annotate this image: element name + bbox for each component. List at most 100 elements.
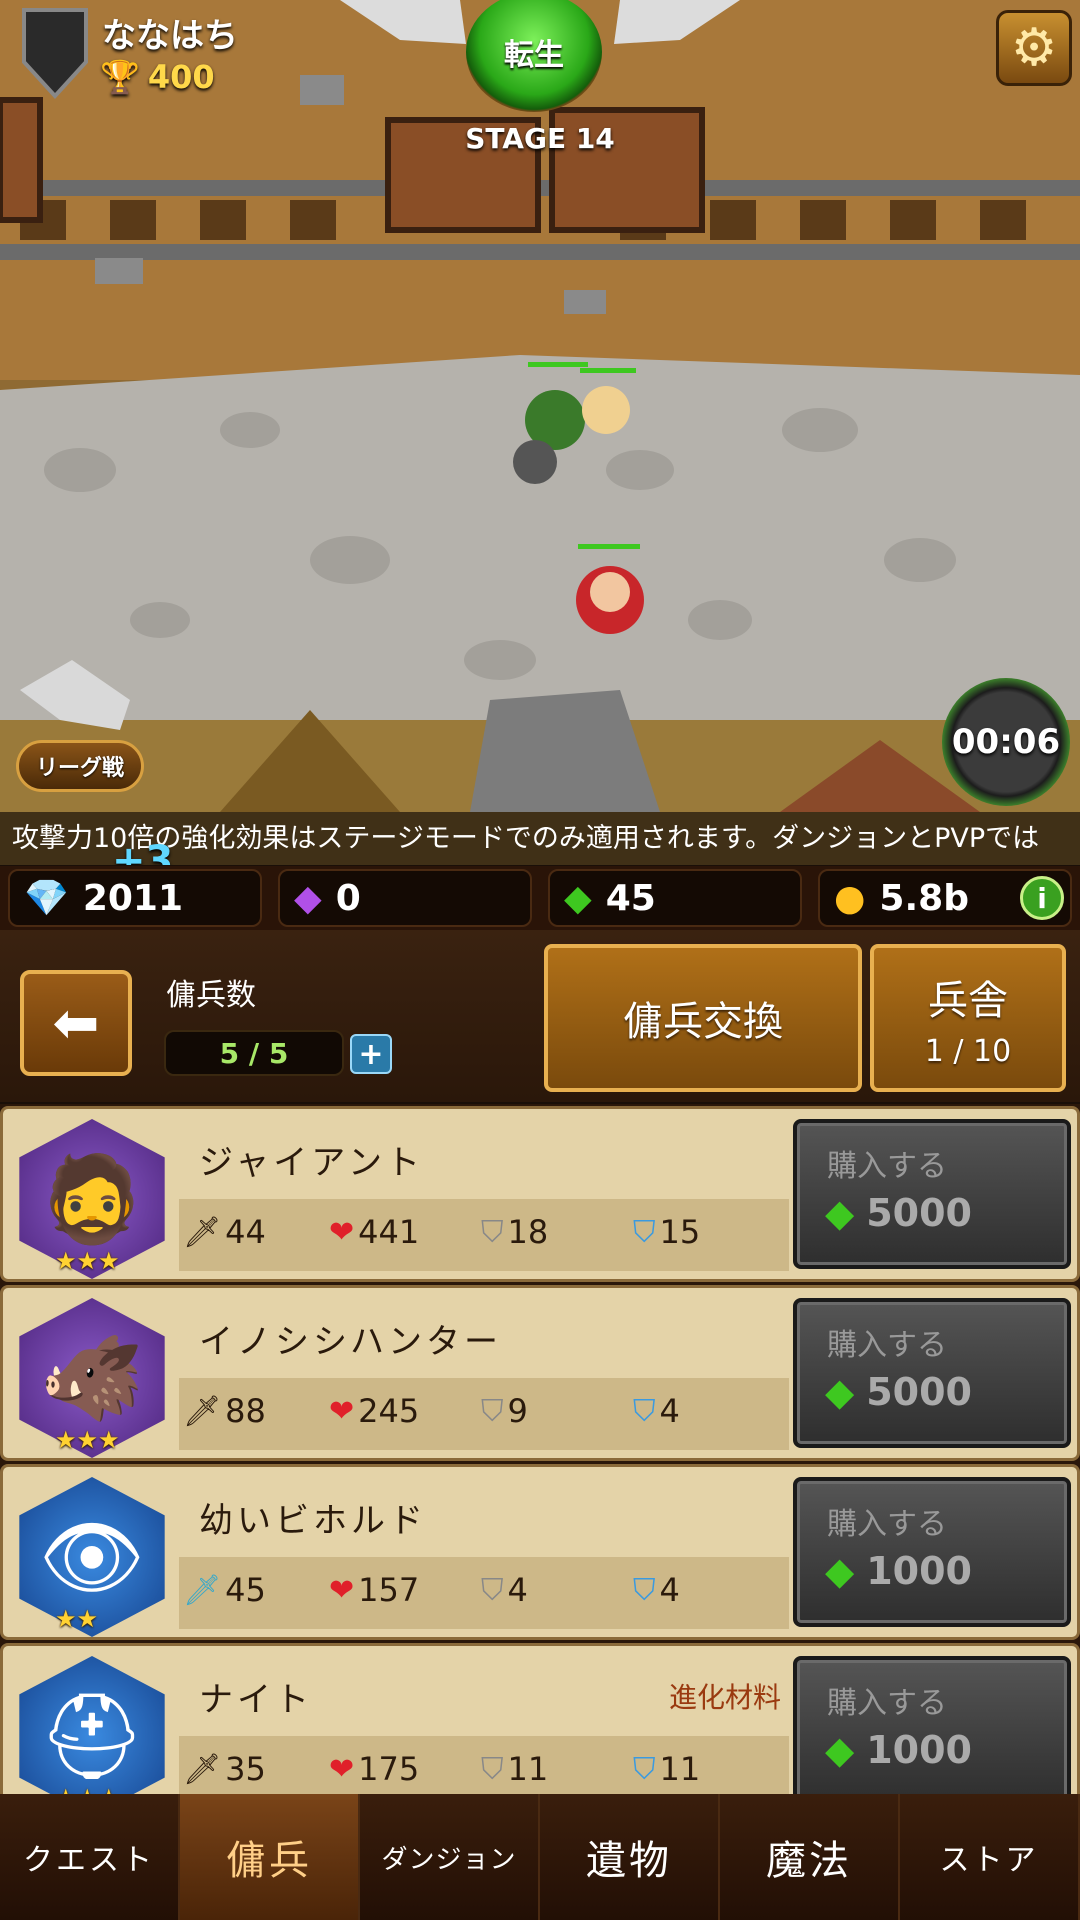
mercenary-count-label: 傭兵数 (166, 978, 256, 1013)
list-item[interactable]: 🐗 ★★★ イノシシハンター 🗡 88 ❤ 245 ⛉ 9 ⛉ 4 購入する ◆ 5000 (0, 1285, 1080, 1461)
tab-store[interactable]: ストア (900, 1794, 1080, 1920)
buy-button[interactable]: 購入する ◆ 1000 (793, 1477, 1071, 1627)
shield-icon: ⛉ (481, 1572, 504, 1608)
buy-label: 購入する (827, 1328, 947, 1363)
magic-shield-icon: ⛉ (633, 1214, 656, 1250)
barracks-label: 兵舎 (928, 977, 1008, 1024)
shield-icon: ⛉ (481, 1214, 504, 1250)
list-item[interactable]: 👁 ★★ 幼いビホルド 🗡 45 ❤ 157 ⛉ 4 ⛉ 4 購入する ◆ 1000 (0, 1464, 1080, 1640)
shield-icon: ⛉ (481, 1751, 504, 1787)
attack-value: 44 (225, 1213, 266, 1251)
magic-shield-icon: ⛉ (633, 1393, 656, 1429)
hp-stat: ❤ 245 (329, 1392, 419, 1430)
wand-icon: 🗡 (183, 1572, 222, 1608)
tab-mercenary[interactable]: 傭兵 (180, 1794, 360, 1920)
buy-price: ◆ 5000 (825, 1191, 972, 1235)
price-value: 5000 (866, 1191, 972, 1235)
magic-defense-stat: ⛉ 11 (633, 1750, 700, 1788)
buy-button[interactable]: 購入する ◆ 5000 (793, 1298, 1071, 1448)
list-item[interactable]: ⛑ ★★★ ナイト 進化材料 🗡35 ❤175 ⛉11 ⛉11 購入する ◆10… (0, 1643, 1080, 1794)
magic-defense-stat: ⛉ 15 (633, 1213, 700, 1251)
tab-quest[interactable]: クエスト (0, 1794, 180, 1920)
heart-icon: ❤ (329, 1393, 355, 1429)
sword-icon: 🗡 (183, 1214, 222, 1250)
buy-label: 購入する (827, 1149, 947, 1184)
gold-counter[interactable]: ● 5.8b i (818, 869, 1072, 927)
defense-stat: ⛉ 11 (481, 1750, 548, 1788)
tab-relics[interactable]: 遺物 (540, 1794, 720, 1920)
league-battle-button[interactable]: リーグ戦 (16, 740, 144, 792)
green-gem-icon: ◆ (825, 1191, 855, 1235)
back-arrow-button[interactable]: ⬅ (20, 970, 132, 1076)
barracks-button[interactable]: 兵舎 1 / 10 (870, 944, 1066, 1092)
hp-value: 175 (358, 1750, 420, 1788)
price-value: 5000 (866, 1370, 972, 1414)
price-value: 1000 (866, 1728, 972, 1772)
buy-price: ◆ 1000 (825, 1728, 972, 1772)
trophy-value: 400 (147, 58, 215, 96)
purple-gem-icon: ◆ (294, 877, 322, 919)
attack-stat: 🗡 44 (183, 1213, 266, 1251)
defense-stat: ⛉ 18 (481, 1213, 548, 1251)
gold-coin-icon: ● (834, 877, 866, 919)
green-gem-icon: ◆ (825, 1370, 855, 1414)
mercenary-list[interactable]: 🧔 ★★★ ジャイアント 🗡 44 ❤ 441 ⛉ 18 ⛉ 15 購入する ◆ 5000… (0, 1104, 1080, 1794)
bottom-tab-bar: クエスト 傭兵 ダンジョン 遺物 魔法 ストア (0, 1794, 1080, 1920)
settings-gear-icon[interactable]: ⚙ (996, 10, 1072, 86)
attack-stat: 🗡 45 (183, 1571, 266, 1609)
attack-value: 88 (225, 1392, 266, 1430)
info-icon[interactable]: i (1020, 876, 1064, 920)
buy-label: 購入する (827, 1507, 947, 1542)
mercenary-panel-header: ⬅ 傭兵数 5 / 5 + 傭兵交換 兵舎 1 / 10 (0, 930, 1080, 1102)
magic-shield-icon: ⛉ (633, 1572, 656, 1608)
exchange-label: 傭兵交換 (623, 999, 783, 1045)
mercenary-exchange-button[interactable]: 傭兵交換 (544, 944, 862, 1092)
buy-button[interactable]: 購入する ◆ 5000 (793, 1119, 1071, 1269)
green-gem-value: 45 (605, 877, 656, 919)
player-name: ななはち (102, 16, 238, 56)
diamond-icon: 💎 (24, 878, 69, 919)
trophy-icon: 🏆 (100, 58, 140, 96)
green-gem-counter[interactable]: ◆ 45 (548, 869, 802, 927)
mercenary-name: ナイト (199, 1680, 313, 1720)
rarity-stars: ★★ (55, 1605, 99, 1633)
buy-button[interactable]: 購入する ◆ 1000 (793, 1656, 1071, 1794)
defense-value: 11 (507, 1750, 549, 1788)
buy-label: 購入する (827, 1686, 947, 1721)
shield-icon: ⛉ (481, 1393, 504, 1429)
buy-price: ◆ 5000 (825, 1370, 972, 1414)
purple-gem-counter[interactable]: ◆ 0 (278, 869, 532, 927)
evolution-material-tag: 進化材料 (669, 1681, 782, 1714)
attack-stat: 🗡 88 (183, 1392, 266, 1430)
heart-icon: ❤ (329, 1214, 355, 1250)
boss-timer[interactable]: 00:06 (942, 678, 1070, 806)
diamond-counter[interactable]: 💎 2011 (8, 869, 262, 927)
hp-stat: ❤ 175 (329, 1750, 419, 1788)
hp-value: 245 (358, 1392, 420, 1430)
defense-stat: ⛉ 9 (481, 1392, 528, 1430)
list-item[interactable]: 🧔 ★★★ ジャイアント 🗡 44 ❤ 441 ⛉ 18 ⛉ 15 購入する ◆ 5000 (0, 1106, 1080, 1282)
attack-value: 35 (225, 1750, 266, 1788)
magic-defense-value: 4 (659, 1571, 680, 1609)
sword-icon: 🗡 (183, 1393, 222, 1429)
gold-value: 5.8b (879, 877, 969, 919)
magic-defense-value: 11 (659, 1750, 701, 1788)
heart-icon: ❤ (329, 1751, 355, 1787)
rarity-stars: ★★★ (55, 1784, 120, 1794)
tab-magic[interactable]: 魔法 (720, 1794, 900, 1920)
tab-dungeon[interactable]: ダンジョン (360, 1794, 540, 1920)
expand-slots-button[interactable]: + (350, 1034, 392, 1074)
knight-portrait: ⛑ (19, 1656, 165, 1794)
battle-scene: ななはち 🏆 400 転生 STAGE 14 ⚙ リーグ戦 00:06 攻撃力1… (0, 0, 1080, 865)
heart-icon: ❤ (329, 1572, 355, 1608)
mercenary-name: イノシシハンター (199, 1322, 502, 1362)
magic-defense-value: 15 (659, 1213, 701, 1251)
purple-gem-value: 0 (335, 877, 361, 919)
green-gem-icon: ◆ (825, 1549, 855, 1593)
mercenary-count: 5 / 5 (164, 1030, 344, 1076)
currency-bar: 💎 2011 ◆ 0 ◆ 45 ● 5.8b i (0, 866, 1080, 930)
green-gem-icon: ◆ (825, 1728, 855, 1772)
hp-value: 157 (358, 1571, 420, 1609)
hp-stat: ❤ 441 (329, 1213, 419, 1251)
mercenary-name: 幼いビホルド (199, 1501, 427, 1541)
